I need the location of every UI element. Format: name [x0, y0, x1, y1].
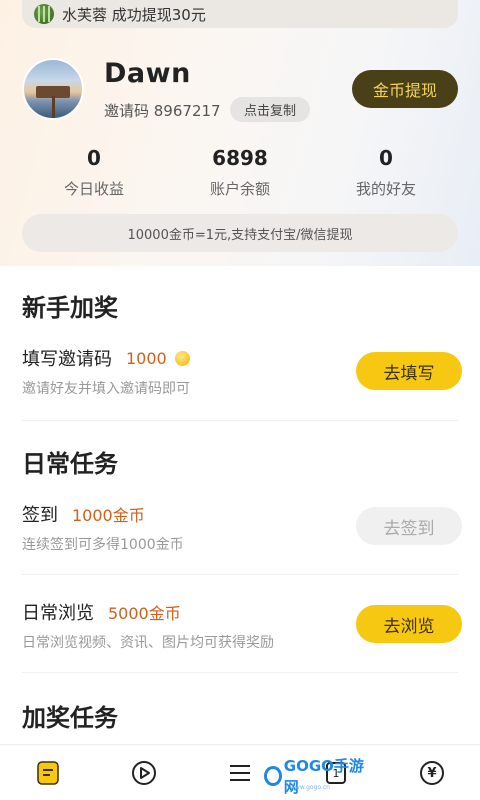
ticker-avatar: [34, 4, 54, 24]
stat-account-balance: 6898 账户余额: [160, 146, 320, 199]
stat-label: 今日收益: [63, 180, 124, 198]
task-desc: 连续签到可多得1000金币: [22, 537, 184, 553]
divider: [22, 672, 458, 673]
yuan-symbol: ¥: [427, 765, 437, 781]
coin-icon: [174, 350, 190, 366]
divider: [22, 574, 458, 575]
withdraw-ticker: 水芙蓉 成功提现30元: [22, 0, 458, 28]
watermark-logo: GOGO手游网 www.gogo.cn: [264, 757, 364, 796]
section-title-daily: 日常任务: [22, 450, 118, 478]
watermark-ring-icon: [264, 766, 282, 786]
task-tab-icon[interactable]: [34, 759, 62, 787]
stat-value: 6898: [212, 146, 268, 170]
section-title-newbie: 新手加奖: [22, 294, 118, 322]
task-reward: 5000金币: [108, 604, 181, 623]
username: Dawn: [104, 58, 191, 89]
stat-today-earnings: 0 今日收益: [14, 146, 174, 199]
task-desc: 日常浏览视频、资讯、图片均可获得奖励: [22, 635, 274, 651]
task-desc: 邀请好友并填入邀请码即可: [22, 381, 190, 397]
coin-withdraw-button[interactable]: 金币提现: [352, 70, 458, 108]
task-reward: 1000金币: [72, 506, 145, 525]
stat-value: 0: [87, 146, 101, 170]
bottom-tab-bar: 1 ¥: [0, 744, 480, 800]
stat-value: 0: [379, 146, 393, 170]
task-name: 签到: [22, 505, 58, 526]
task-invite-code: 填写邀请码 1000: [22, 345, 190, 371]
stat-my-friends: 0 我的好友: [306, 146, 466, 199]
exchange-rate-banner: 10000金币=1元,支持支付宝/微信提现: [22, 214, 458, 252]
watermark-sub: www.gogo.cn: [290, 784, 330, 791]
divider: [22, 420, 458, 421]
task-name: 填写邀请码: [22, 349, 112, 370]
signin-button[interactable]: 去签到: [356, 507, 462, 545]
play-tab-icon[interactable]: [130, 759, 158, 787]
task-reward: 1000: [126, 348, 167, 368]
copy-invite-button[interactable]: 点击复制: [230, 97, 310, 122]
avatar[interactable]: [22, 58, 84, 120]
section-title-bonus: 加奖任务: [22, 704, 118, 732]
menu-tab-icon[interactable]: [226, 759, 254, 787]
yuan-tab-icon[interactable]: ¥: [418, 759, 446, 787]
stat-label: 账户余额: [209, 180, 270, 198]
invite-code: 邀请码 8967217: [104, 102, 221, 120]
task-signin: 签到 1000金币: [22, 501, 145, 527]
stat-label: 我的好友: [355, 180, 416, 198]
task-browse: 日常浏览 5000金币: [22, 599, 181, 625]
fill-invite-button[interactable]: 去填写: [356, 352, 462, 390]
task-name: 日常浏览: [22, 603, 94, 624]
ticker-text: 水芙蓉 成功提现30元: [62, 5, 206, 24]
browse-button[interactable]: 去浏览: [356, 605, 462, 643]
